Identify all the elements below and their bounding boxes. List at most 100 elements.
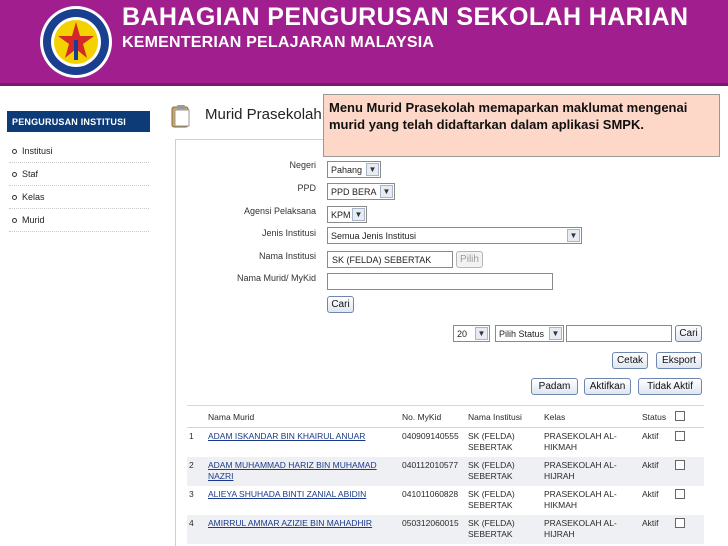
ppd-value: PPD BERA [331, 187, 377, 197]
row-number: 2 [187, 456, 206, 486]
status-cell: Aktif [640, 485, 673, 515]
table-header-row: Nama Murid No. MyKid Nama Institusi Kela… [187, 405, 704, 428]
divider [9, 185, 149, 186]
print-button[interactable]: Cetak [612, 352, 648, 369]
banner-subtitle: KEMENTERIAN PELAJARAN MALAYSIA [122, 34, 435, 51]
chevron-down-icon: ▼ [567, 229, 580, 242]
chevron-down-icon: ▼ [475, 327, 488, 340]
sidebar-header: PENGURUSAN INSTITUSI [7, 111, 150, 132]
agensi-value: KPM [331, 210, 351, 220]
row-checkbox[interactable] [675, 459, 685, 470]
col-header-mykid[interactable]: No. MyKid [400, 405, 466, 428]
delete-button[interactable]: Padam [531, 378, 578, 395]
negeri-label: Negeri [289, 160, 316, 170]
institusi-cell: SK (FELDA) SEBERTAK [466, 514, 542, 544]
kelas-cell: PRASEKOLAH AL-HIKMAH [542, 427, 640, 457]
student-name-link[interactable]: AMIRRUL AMMAR AZIZIE BIN MAHADHIR [206, 514, 400, 544]
chevron-down-icon: ▼ [352, 208, 365, 221]
agensi-select[interactable]: KPM ▼ [327, 206, 367, 223]
nama-institusi-label: Nama Institusi [258, 251, 316, 261]
sidebar-item-kelas[interactable]: Kelas [12, 192, 45, 202]
status-filter-select[interactable]: Pilih Status ▼ [495, 325, 564, 342]
select-cell [673, 485, 704, 515]
row-checkbox[interactable] [675, 517, 685, 528]
pilih-button[interactable]: Pilih [456, 251, 483, 268]
student-name-link[interactable]: ADAM ISKANDAR BIN KHAIRUL ANUAR [206, 427, 400, 457]
sidebar-item-staf[interactable]: Staf [12, 169, 38, 179]
chevron-down-icon: ▼ [549, 327, 562, 340]
mykid-cell: 040909140555 [400, 427, 466, 457]
student-name-link[interactable]: ALIEYA SHUHADA BINTI ZANIAL ABIDIN [206, 485, 400, 515]
negeri-select[interactable]: Pahang ▼ [327, 161, 381, 178]
sidebar-item-institusi[interactable]: Institusi [12, 146, 53, 156]
kelas-cell: PRASEKOLAH AL-HIKMAH [542, 485, 640, 515]
negeri-value: Pahang [331, 165, 363, 175]
select-cell [673, 427, 704, 457]
bullet-icon [12, 172, 17, 178]
select-cell [673, 456, 704, 486]
mykid-cell: 050312060015 [400, 514, 466, 544]
bullet-icon [12, 149, 17, 155]
chevron-down-icon: ▼ [380, 185, 393, 198]
status-filter-value: Pilih Status [499, 329, 545, 339]
jenis-label: Jenis Institusi [261, 228, 316, 238]
col-header-institusi[interactable]: Nama Institusi [466, 405, 542, 428]
search-button[interactable]: Cari [327, 296, 354, 313]
table-search-input[interactable] [566, 325, 672, 342]
chevron-down-icon: ▼ [366, 163, 379, 176]
page-size-select[interactable]: 20 ▼ [453, 325, 490, 342]
row-number: 3 [187, 485, 206, 515]
clipboard-icon [171, 105, 190, 128]
banner-title: BAHAGIAN PENGURUSAN SEKOLAH HARIAN [122, 3, 689, 31]
header-banner: BAHAGIAN PENGURUSAN SEKOLAH HARIAN KEMEN… [0, 0, 728, 86]
table-search-button[interactable]: Cari [675, 325, 702, 342]
divider [9, 208, 149, 209]
ppd-select[interactable]: PPD BERA ▼ [327, 183, 395, 200]
export-button[interactable]: Eksport [656, 352, 702, 369]
status-cell: Aktif [640, 427, 673, 457]
sidebar-item-label: Institusi [22, 146, 53, 156]
bullet-icon [12, 195, 17, 201]
row-number: 4 [187, 514, 206, 544]
student-name-link[interactable]: ADAM MUHAMMAD HARIZ BIN MUHAMAD NAZRI [206, 456, 400, 486]
status-cell: Aktif [640, 456, 673, 486]
murid-input[interactable] [327, 273, 553, 290]
table-row: 2 ADAM MUHAMMAD HARIZ BIN MUHAMAD NAZRI … [187, 456, 704, 486]
nama-institusi-input[interactable]: SK (FELDA) SEBERTAK [327, 251, 453, 268]
sidebar-item-label: Staf [22, 169, 39, 179]
sidebar-item-label: Murid [22, 215, 45, 225]
page-title: Murid Prasekolah [205, 106, 322, 123]
select-all-checkbox[interactable] [675, 410, 685, 421]
table-row: 1 ADAM ISKANDAR BIN KHAIRUL ANUAR 040909… [187, 427, 704, 457]
mykid-cell: 041011060828 [400, 485, 466, 515]
kelas-cell: PRASEKOLAH AL-HIJRAH [542, 456, 640, 486]
institusi-cell: SK (FELDA) SEBERTAK [466, 456, 542, 486]
status-cell: Aktif [640, 514, 673, 544]
col-header-kelas[interactable]: Kelas [542, 405, 640, 428]
ministry-crest-icon [40, 6, 112, 78]
kelas-cell: PRASEKOLAH AL-HIJRAH [542, 514, 640, 544]
row-checkbox[interactable] [675, 431, 685, 441]
col-header-no [187, 405, 206, 428]
student-table: Nama Murid No. MyKid Nama Institusi Kela… [187, 405, 704, 544]
sidebar-item-label: Kelas [22, 192, 45, 202]
deactivate-button[interactable]: Tidak Aktif [638, 378, 702, 395]
col-header-nama-murid[interactable]: Nama Murid [206, 405, 400, 428]
mykid-cell: 040112010577 [400, 456, 466, 486]
row-checkbox[interactable] [675, 488, 685, 499]
ppd-label: PPD [297, 183, 316, 193]
col-header-select [673, 405, 704, 428]
institusi-cell: SK (FELDA) SEBERTAK [466, 485, 542, 515]
divider [9, 162, 149, 163]
col-header-status[interactable]: Status [640, 405, 673, 428]
divider [9, 231, 149, 232]
jenis-select[interactable]: Semua Jenis Institusi ▼ [327, 227, 582, 244]
sidebar-item-murid[interactable]: Murid [12, 215, 45, 225]
agensi-label: Agensi Pelaksana [243, 206, 316, 216]
select-cell [673, 514, 704, 544]
row-number: 1 [187, 427, 206, 457]
page-size-value: 20 [457, 329, 468, 339]
info-callout: Menu Murid Prasekolah memaparkan makluma… [323, 94, 720, 157]
jenis-value: Semua Jenis Institusi [331, 231, 417, 241]
activate-button[interactable]: Aktifkan [584, 378, 631, 395]
